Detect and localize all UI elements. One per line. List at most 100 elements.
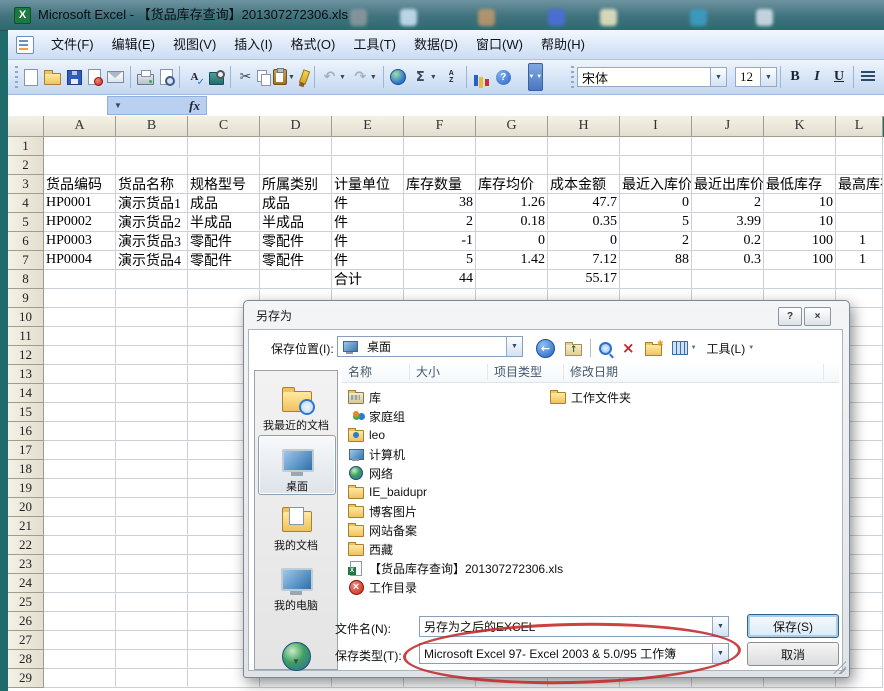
column-header-I[interactable]: I (620, 116, 692, 137)
back-button[interactable]: ← (532, 336, 559, 360)
file-item[interactable]: 网站备案 (348, 521, 417, 539)
cell-B3[interactable]: 货品名称 (116, 175, 188, 194)
redo-button[interactable]: ↷▼ (350, 65, 379, 89)
cell-G4[interactable]: 1.26 (476, 194, 548, 213)
cell-B17[interactable] (116, 441, 188, 460)
cell-K1[interactable] (764, 137, 836, 156)
search-web-button[interactable] (595, 336, 616, 360)
cell-B6[interactable]: 演示货品3 (116, 232, 188, 251)
menu-item-6[interactable]: 工具(T) (344, 34, 405, 56)
undo-button[interactable]: ↶▼ (319, 65, 348, 89)
cell-E5[interactable]: 件 (332, 213, 404, 232)
align-left-button[interactable] (857, 67, 879, 88)
file-item[interactable]: IE_baidupr (348, 483, 427, 501)
cell-H5[interactable]: 0.35 (548, 213, 620, 232)
cell-A15[interactable] (44, 403, 116, 422)
row-header-8[interactable]: 8 (8, 270, 44, 289)
cell-K2[interactable] (764, 156, 836, 175)
cell-E3[interactable]: 计量单位 (332, 175, 404, 194)
bold-button[interactable]: B (784, 67, 806, 88)
chart-button[interactable] (471, 65, 492, 89)
spelling-button[interactable] (184, 65, 205, 89)
chevron-down-icon[interactable]: ▼ (712, 617, 728, 636)
row-header-26[interactable]: 26 (8, 612, 44, 631)
cell-J4[interactable]: 2 (692, 194, 764, 213)
save-button[interactable]: 保存(S) (747, 614, 839, 638)
cell-J6[interactable]: 0.2 (692, 232, 764, 251)
cell-K8[interactable] (764, 270, 836, 289)
format-painter-button[interactable] (299, 65, 310, 89)
row-header-21[interactable]: 21 (8, 517, 44, 536)
row-header-20[interactable]: 20 (8, 498, 44, 517)
sort-button[interactable] (441, 65, 462, 89)
place-我的电脑[interactable]: 我的电脑 (258, 555, 334, 613)
menu-item-4[interactable]: 插入(I) (225, 34, 281, 56)
permission-button[interactable] (86, 65, 103, 89)
cell-C1[interactable] (188, 137, 260, 156)
cell-C8[interactable] (188, 270, 260, 289)
cell-F3[interactable]: 库存数量 (404, 175, 476, 194)
cell-I3[interactable]: 最近入库价 (620, 175, 692, 194)
menu-item-7[interactable]: 数据(D) (405, 34, 467, 56)
cell-C5[interactable]: 半成品 (188, 213, 260, 232)
file-item[interactable]: leo (348, 426, 385, 444)
menu-item-9[interactable]: 帮助(H) (532, 34, 594, 56)
cell-C2[interactable] (188, 156, 260, 175)
save-in-combo[interactable]: 桌面 ▼ (337, 336, 523, 357)
row-header-7[interactable]: 7 (8, 251, 44, 270)
cancel-button[interactable]: 取消 (747, 642, 839, 666)
help-button[interactable]: ? (494, 65, 513, 89)
autosum-button[interactable]: Σ▼ (410, 65, 439, 89)
cell-B24[interactable] (116, 574, 188, 593)
cell-D7[interactable]: 零配件 (260, 251, 332, 270)
chevron-down-icon[interactable]: ▼ (760, 68, 776, 86)
cell-A1[interactable] (44, 137, 116, 156)
cell-G3[interactable]: 库存均价 (476, 175, 548, 194)
menu-item-3[interactable]: 视图(V) (164, 34, 225, 56)
cell-K7[interactable]: 100 (764, 251, 836, 270)
cell-D2[interactable] (260, 156, 332, 175)
cell-J8[interactable] (692, 270, 764, 289)
cell-B10[interactable] (116, 308, 188, 327)
excel-window-titlebar[interactable]: X Microsoft Excel - 【货品库存查询】201307272306… (0, 0, 884, 31)
row-header-6[interactable]: 6 (8, 232, 44, 251)
row-header-27[interactable]: 27 (8, 631, 44, 650)
cell-A25[interactable] (44, 593, 116, 612)
cell-A5[interactable]: HP0002 (44, 213, 116, 232)
row-header-23[interactable]: 23 (8, 555, 44, 574)
cell-I7[interactable]: 88 (620, 251, 692, 270)
row-header-5[interactable]: 5 (8, 213, 44, 232)
cell-D3[interactable]: 所属类别 (260, 175, 332, 194)
delete-button[interactable]: × (618, 336, 639, 360)
cell-G2[interactable] (476, 156, 548, 175)
row-header-2[interactable]: 2 (8, 156, 44, 175)
dialog-titlebar[interactable]: 另存为 ? × (244, 301, 849, 329)
chevron-down-icon[interactable]: ▼ (506, 337, 522, 356)
column-header-E[interactable]: E (332, 116, 404, 137)
research-button[interactable] (207, 65, 226, 89)
file-item[interactable]: 西藏 (348, 540, 393, 558)
cell-H3[interactable]: 成本金额 (548, 175, 620, 194)
cell-A6[interactable]: HP0003 (44, 232, 116, 251)
email-button[interactable] (105, 65, 126, 89)
cell-A13[interactable] (44, 365, 116, 384)
toolbar-options-icon[interactable] (528, 63, 543, 91)
column-header-B[interactable]: B (116, 116, 188, 137)
column-header-F[interactable]: F (404, 116, 476, 137)
cell-B29[interactable] (116, 669, 188, 688)
cell-B23[interactable] (116, 555, 188, 574)
cell-B14[interactable] (116, 384, 188, 403)
cell-A4[interactable]: HP0001 (44, 194, 116, 213)
row-header-18[interactable]: 18 (8, 460, 44, 479)
file-item[interactable]: 家庭组 (348, 407, 405, 425)
row-header-13[interactable]: 13 (8, 365, 44, 384)
cell-H7[interactable]: 7.12 (548, 251, 620, 270)
row-header-12[interactable]: 12 (8, 346, 44, 365)
italic-button[interactable]: I (806, 67, 828, 88)
chevron-down-icon[interactable]: ▼ (748, 345, 754, 351)
cell-F4[interactable]: 38 (404, 194, 476, 213)
hyperlink-button[interactable] (388, 65, 408, 89)
cell-K6[interactable]: 100 (764, 232, 836, 251)
cell-A17[interactable] (44, 441, 116, 460)
cell-A8[interactable] (44, 270, 116, 289)
